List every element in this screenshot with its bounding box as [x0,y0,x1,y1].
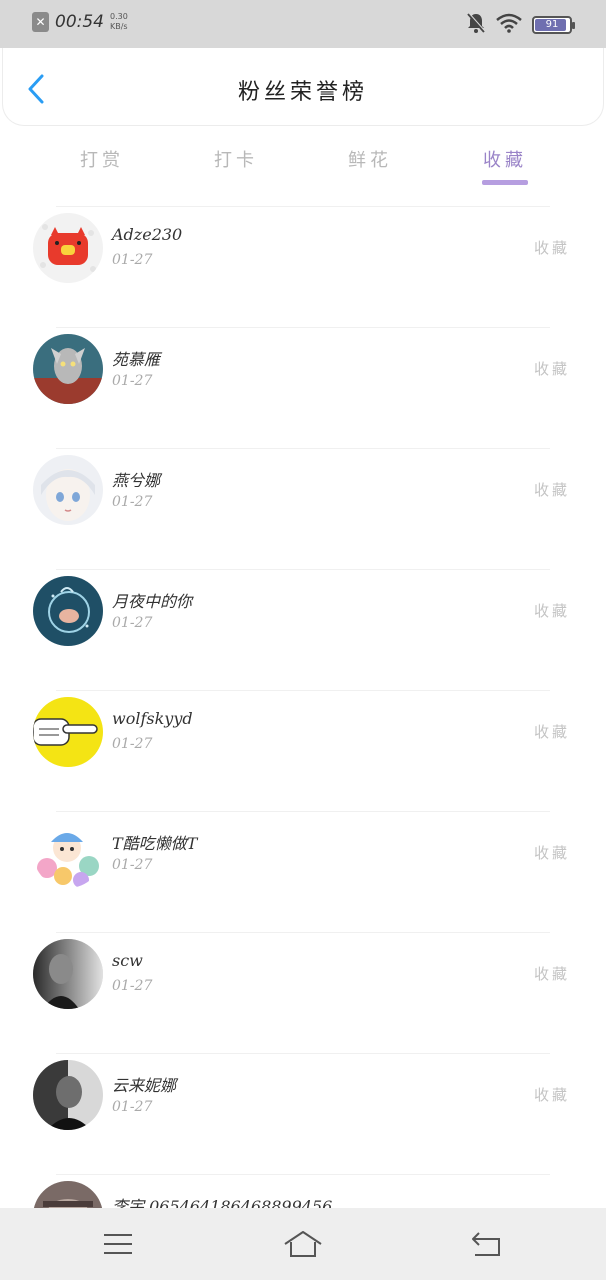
network-speed-value: 0.30 [110,12,128,21]
fan-action-label: 收藏 [533,723,570,741]
page-title: 粉丝荣誉榜 [237,80,368,105]
fan-action-label: 收藏 [533,844,570,862]
battery-icon: 91 [532,16,575,34]
avatar[interactable] [33,939,103,1009]
fan-name: 月夜中的你 [112,592,193,611]
battery-level: 91 [545,19,559,30]
fan-date: 01-27 [112,978,153,994]
fan-date: 01-27 [112,494,153,510]
fan-name: T酷吃懒做T [112,834,198,853]
tab-flowers[interactable]: 鲜花 [330,140,410,186]
tab-checkin[interactable]: 打卡 [196,140,276,186]
fan-action-label: 收藏 [533,965,570,983]
fan-date: 01-27 [112,1099,153,1115]
back-nav-button[interactable] [467,1228,507,1260]
avatar[interactable] [33,1181,103,1208]
menu-button[interactable] [98,1228,138,1260]
menu-icon [104,1234,132,1254]
fan-action-label: 收藏 [533,602,570,620]
list-item[interactable]: 燕兮娜 01-27 收藏 [0,449,606,570]
avatar[interactable] [33,697,103,767]
fan-action-label: 收藏 [533,481,570,499]
network-speed: 0.30 KB/s [110,12,128,32]
status-right: 91 [466,12,575,38]
network-speed-unit: KB/s [110,22,128,31]
fan-name: 李宇 065464186468899456 [112,1197,333,1208]
system-nav-bar [0,1208,606,1280]
header: 粉丝荣誉榜 [2,48,604,126]
return-icon [472,1232,500,1256]
avatar[interactable] [33,1060,103,1130]
fan-name: Adze230 [112,225,183,244]
fan-action-label: 收藏 [533,239,570,257]
tab-reward[interactable]: 打赏 [62,140,142,186]
list-item[interactable]: T酷吃懒做T 01-27 收藏 [0,812,606,933]
close-notification-icon: ✕ [32,12,49,32]
home-button[interactable] [283,1228,323,1260]
list-item[interactable]: 李宇 065464186468899456 [0,1175,606,1208]
list-item[interactable]: 苑慕雁 01-27 收藏 [0,328,606,449]
status-bar: ✕ 00:54 0.30 KB/s 91 [0,0,606,48]
fan-date: 01-27 [112,857,153,873]
fan-date: 01-27 [112,373,153,389]
avatar[interactable] [33,576,103,646]
fan-name: scw [112,951,143,970]
fan-name: 燕兮娜 [112,471,161,490]
fan-date: 01-27 [112,736,153,752]
fan-date: 01-27 [112,615,153,631]
list-item[interactable]: wolfskyyd 01-27 收藏 [0,691,606,812]
home-icon [284,1231,322,1257]
fan-name: wolfskyyd [112,709,193,728]
fan-list: Adze230 01-27 收藏 苑慕雁 01-27 收藏 燕兮娜 01-27 … [0,207,606,1208]
avatar[interactable] [33,213,103,283]
fan-date: 01-27 [112,252,153,268]
wifi-icon [496,13,522,37]
avatar[interactable] [33,334,103,404]
fan-name: 苑慕雁 [112,350,161,369]
active-tab-indicator [482,180,528,185]
fan-action-label: 收藏 [533,1086,570,1104]
fan-action-label: 收藏 [533,360,570,378]
list-item[interactable]: 月夜中的你 01-27 收藏 [0,570,606,691]
list-item[interactable]: scw 01-27 收藏 [0,933,606,1054]
bell-muted-icon [466,12,486,38]
list-item[interactable]: Adze230 01-27 收藏 [0,207,606,328]
avatar[interactable] [33,455,103,525]
avatar[interactable] [33,818,103,888]
status-left: ✕ 00:54 0.30 KB/s [32,12,128,32]
list-item[interactable]: 云来妮娜 01-27 收藏 [0,1054,606,1175]
status-time: 00:54 [55,12,104,32]
fan-name: 云来妮娜 [112,1076,177,1095]
